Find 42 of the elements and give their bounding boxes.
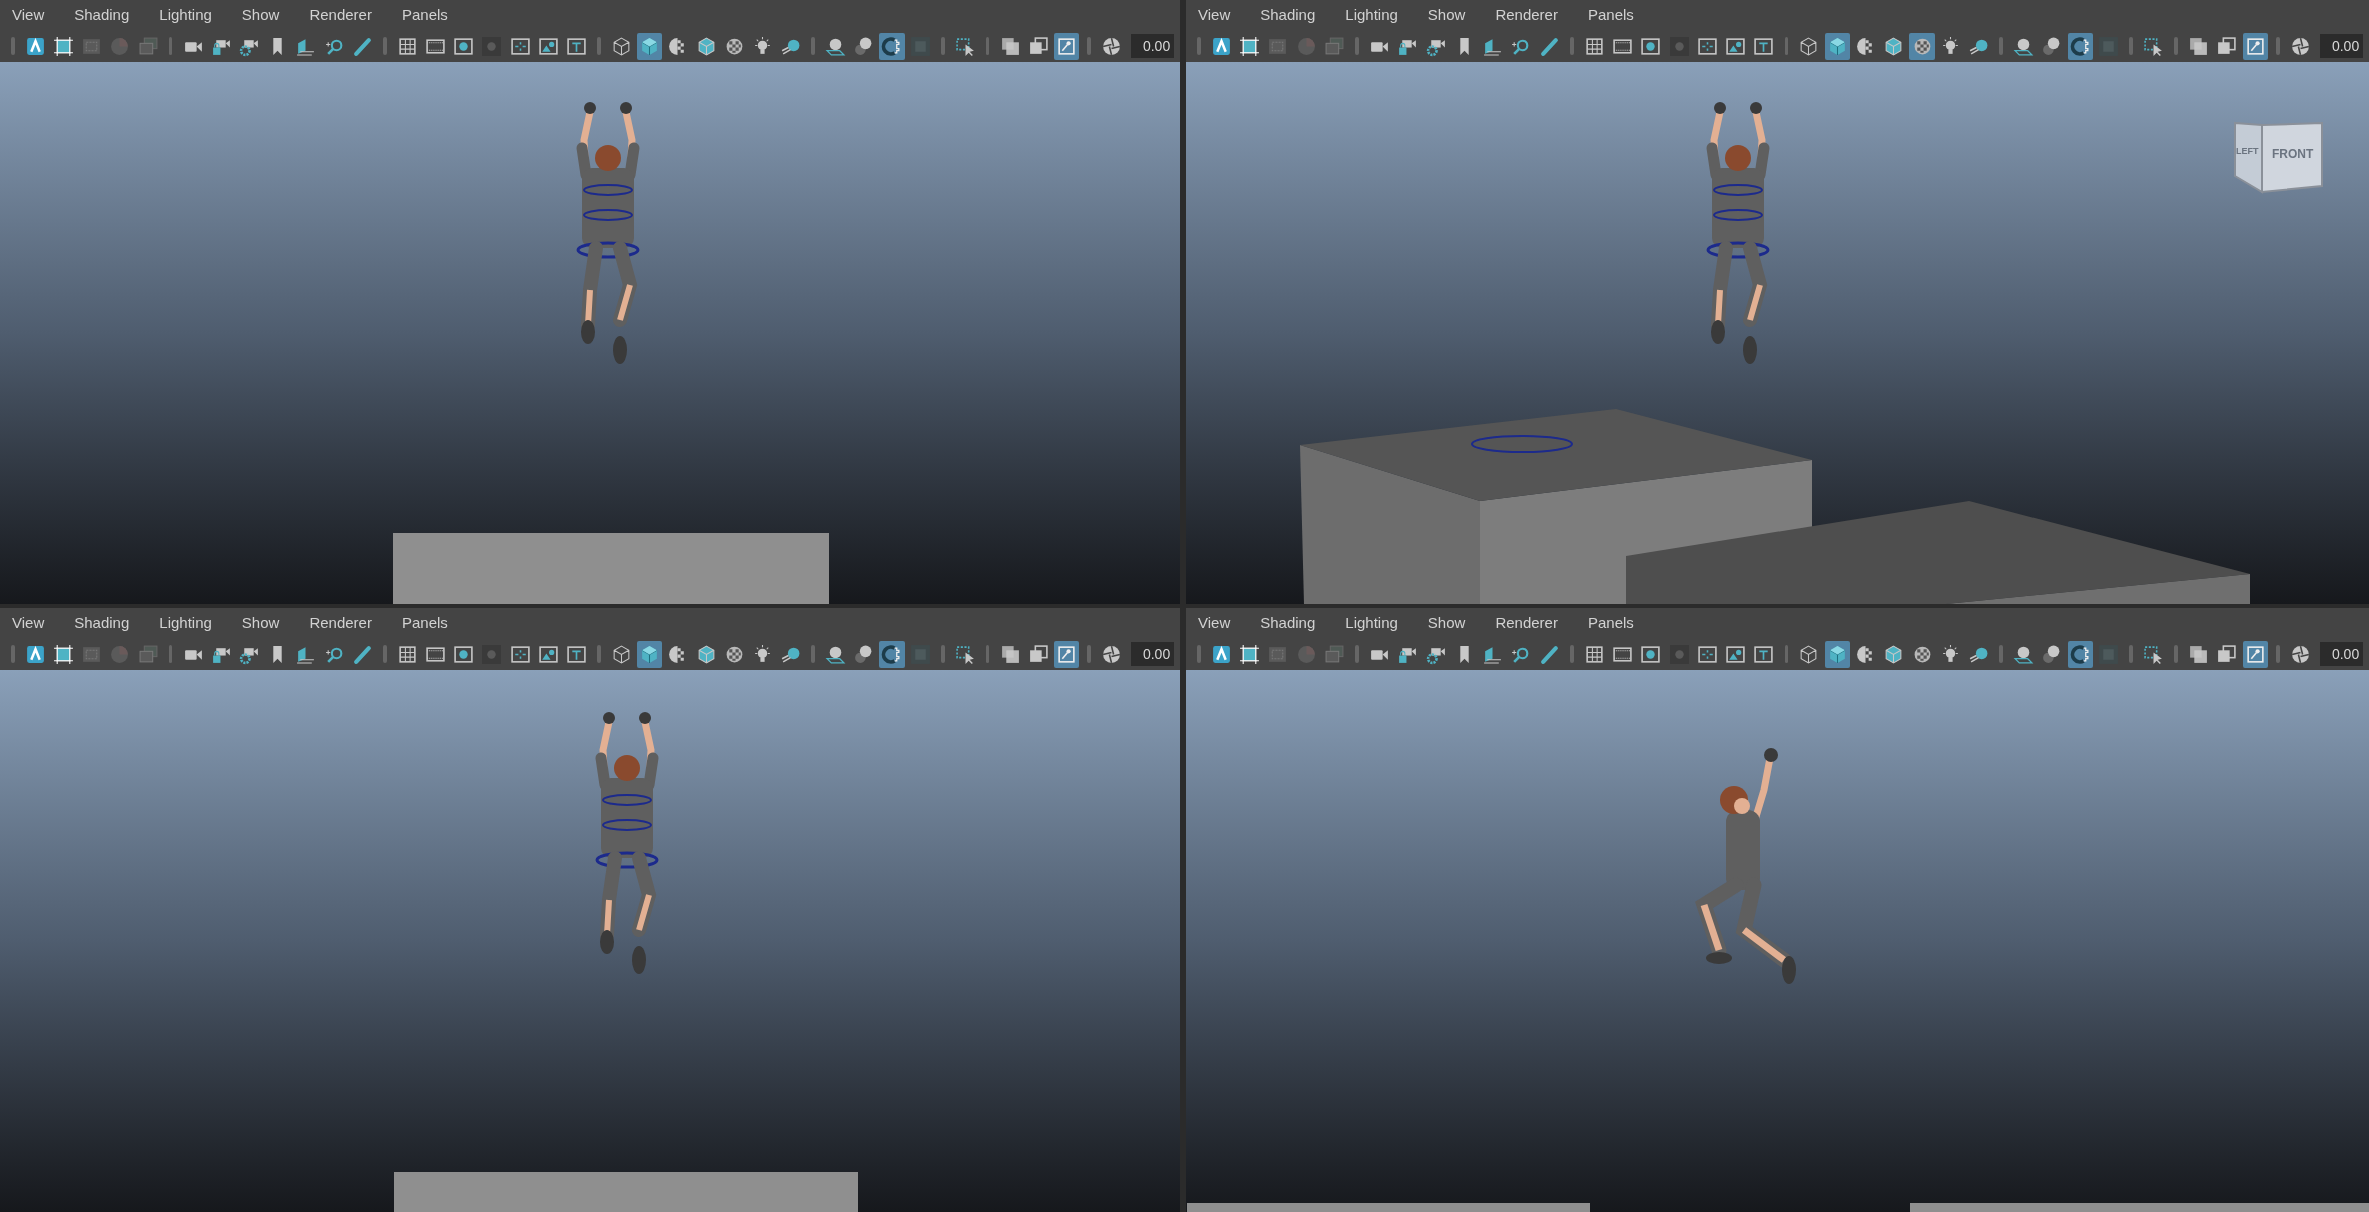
value-field[interactable]: 0.00 bbox=[1131, 642, 1175, 666]
needle-frame-icon[interactable] bbox=[2242, 640, 2268, 668]
menu-item[interactable]: Shading bbox=[1260, 611, 1316, 635]
menu-item[interactable]: Show bbox=[241, 611, 280, 635]
menu-item[interactable]: Panels bbox=[1587, 3, 1634, 27]
shaded-cube-icon[interactable] bbox=[1824, 640, 1850, 668]
menu-item[interactable]: Panels bbox=[401, 611, 448, 635]
shaded-cube-icon[interactable] bbox=[637, 640, 663, 668]
shaded-cube-icon[interactable] bbox=[637, 32, 663, 60]
menu-item[interactable]: View bbox=[1198, 611, 1231, 635]
menu-item[interactable]: View bbox=[12, 611, 45, 635]
menu-item[interactable]: Lighting bbox=[159, 3, 212, 27]
menu-item[interactable]: Show bbox=[1427, 611, 1466, 635]
ring-icon[interactable] bbox=[2067, 640, 2093, 668]
menu-item[interactable]: Shading bbox=[74, 3, 130, 27]
menu-item[interactable]: Lighting bbox=[159, 611, 212, 635]
ring-icon[interactable] bbox=[2067, 32, 2093, 60]
menu-item[interactable]: Renderer bbox=[1495, 3, 1558, 27]
menu-item[interactable]: Panels bbox=[401, 3, 448, 27]
menu-item[interactable]: Lighting bbox=[1345, 3, 1398, 27]
value-field[interactable]: 0.00 bbox=[1131, 34, 1175, 58]
menu-item[interactable]: Shading bbox=[74, 611, 130, 635]
menu-item[interactable]: Lighting bbox=[1345, 611, 1398, 635]
ring-icon[interactable] bbox=[879, 32, 905, 60]
menu-item[interactable]: Shading bbox=[1260, 3, 1316, 27]
value-field[interactable]: 0.00 bbox=[2319, 642, 2364, 666]
menu-item[interactable]: Renderer bbox=[1495, 611, 1558, 635]
needle-frame-icon[interactable] bbox=[1053, 32, 1080, 60]
menu-item[interactable]: Panels bbox=[1587, 611, 1634, 635]
shaded-cube-icon[interactable] bbox=[1824, 32, 1850, 60]
menu-item[interactable]: Show bbox=[1427, 3, 1466, 27]
needle-frame-icon[interactable] bbox=[2242, 32, 2268, 60]
menu-item[interactable]: Renderer bbox=[309, 3, 372, 27]
cube-face-label: LEFT bbox=[2236, 145, 2259, 158]
needle-frame-icon[interactable] bbox=[1053, 640, 1080, 668]
menu-item[interactable]: Show bbox=[241, 3, 280, 27]
ring-icon[interactable] bbox=[879, 640, 905, 668]
menu-item[interactable]: View bbox=[1198, 3, 1231, 27]
value-field[interactable]: 0.00 bbox=[2319, 34, 2364, 58]
menu-item[interactable]: Renderer bbox=[309, 611, 372, 635]
cube-face-label: FRONT bbox=[2272, 146, 2314, 163]
menu-item[interactable]: View bbox=[12, 3, 45, 27]
